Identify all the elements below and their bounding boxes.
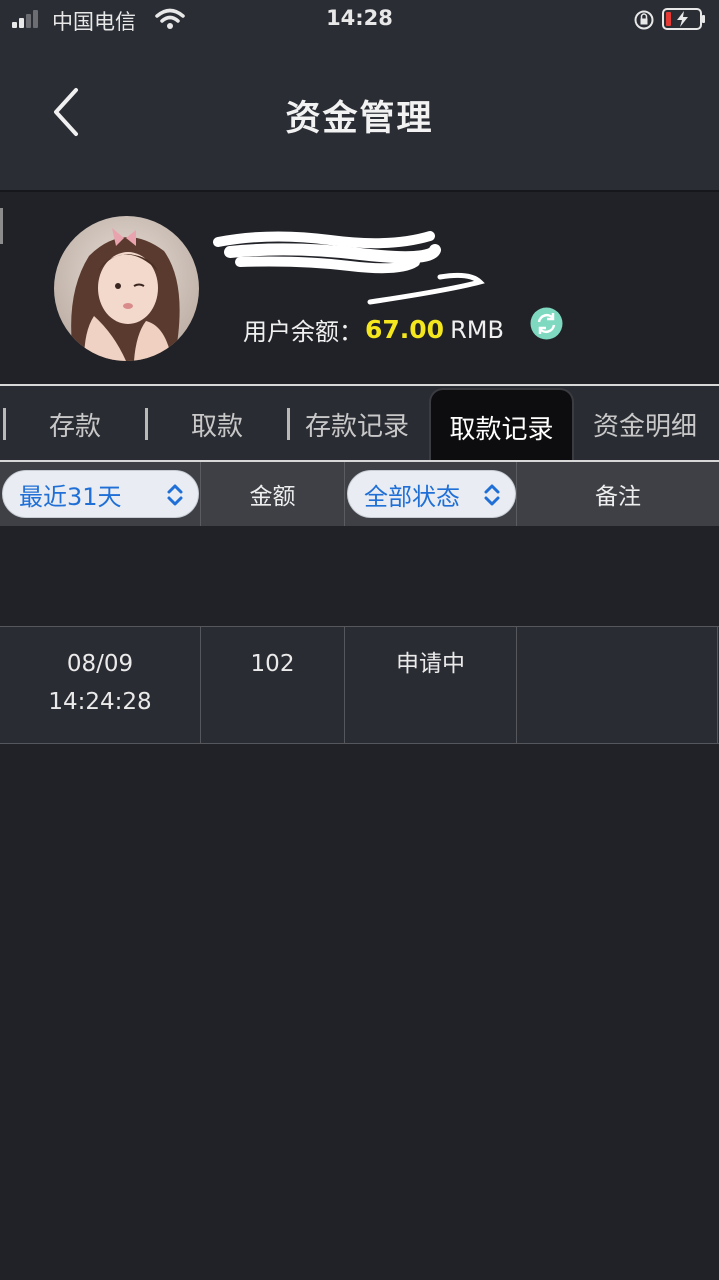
status-bar: 中国电信 14:28 [0, 0, 719, 40]
tab-fund-details[interactable]: 资金明细 [578, 386, 712, 462]
tab-label: 资金明细 [592, 411, 697, 442]
profile-section: 用户余额： 67.00 RMB [0, 192, 719, 384]
tab-deposit[interactable]: 存款 [6, 386, 144, 462]
refresh-icon[interactable] [530, 307, 563, 340]
cell-time: 14:24:28 [48, 689, 152, 715]
balance-label: 用户余额： [243, 318, 363, 346]
balance-amount: 67.00 [365, 315, 445, 344]
rotation-lock-icon [634, 10, 654, 30]
left-edge-marker [0, 208, 3, 244]
note-header-label: 备注 [595, 484, 641, 510]
period-select[interactable]: 最近31天 [2, 470, 199, 518]
amount-column-header: 金额 [201, 462, 345, 526]
balance-unit: RMB [450, 315, 504, 344]
balance-line: 用户余额： 67.00 RMB [243, 312, 504, 347]
chevron-up-down-icon [484, 484, 500, 506]
amount-header-label: 金额 [249, 484, 296, 510]
table-row: 08/09 14:24:28 102 申请中 [0, 627, 719, 743]
tab-withdraw-records[interactable]: 取款记录 [429, 388, 574, 464]
status-select[interactable]: 全部状态 [347, 470, 516, 518]
tab-label: 存款 [48, 411, 101, 442]
status-column-header: 全部状态 [345, 462, 517, 526]
tab-label: 存款记录 [304, 411, 409, 442]
cell-amount: 102 [201, 627, 345, 743]
cell-note [517, 627, 718, 743]
period-select-value: 最近31天 [19, 482, 122, 511]
tab-label: 取款记录 [449, 414, 554, 445]
period-column-header: 最近31天 [0, 462, 201, 526]
status-select-value: 全部状态 [364, 482, 460, 511]
cell-status: 申请中 [345, 627, 517, 743]
cell-datetime: 08/09 14:24:28 [0, 627, 201, 743]
cell-date: 08/09 [66, 651, 134, 677]
page-title: 资金管理 [285, 99, 434, 139]
cell-amount-value: 102 [250, 651, 295, 677]
row-divider [0, 743, 719, 744]
table-header: 最近31天 金额 全部状态 备注 [0, 462, 719, 526]
note-column-header: 备注 [517, 462, 719, 526]
tab-bar: 存款 取款 存款记录 取款记录 资金明细 [0, 386, 719, 464]
nav-bar: 资金管理 [0, 40, 719, 190]
username-redaction [213, 231, 485, 305]
tab-withdraw[interactable]: 取款 [148, 386, 286, 462]
chevron-up-down-icon [167, 484, 183, 506]
tab-deposit-records[interactable]: 存款记录 [290, 386, 424, 462]
table-spacer [0, 526, 719, 626]
cell-status-value: 申请中 [396, 651, 465, 677]
avatar[interactable] [54, 216, 199, 361]
clock: 14:28 [326, 6, 393, 30]
tab-label: 取款 [190, 411, 243, 442]
battery-icon [662, 8, 705, 30]
